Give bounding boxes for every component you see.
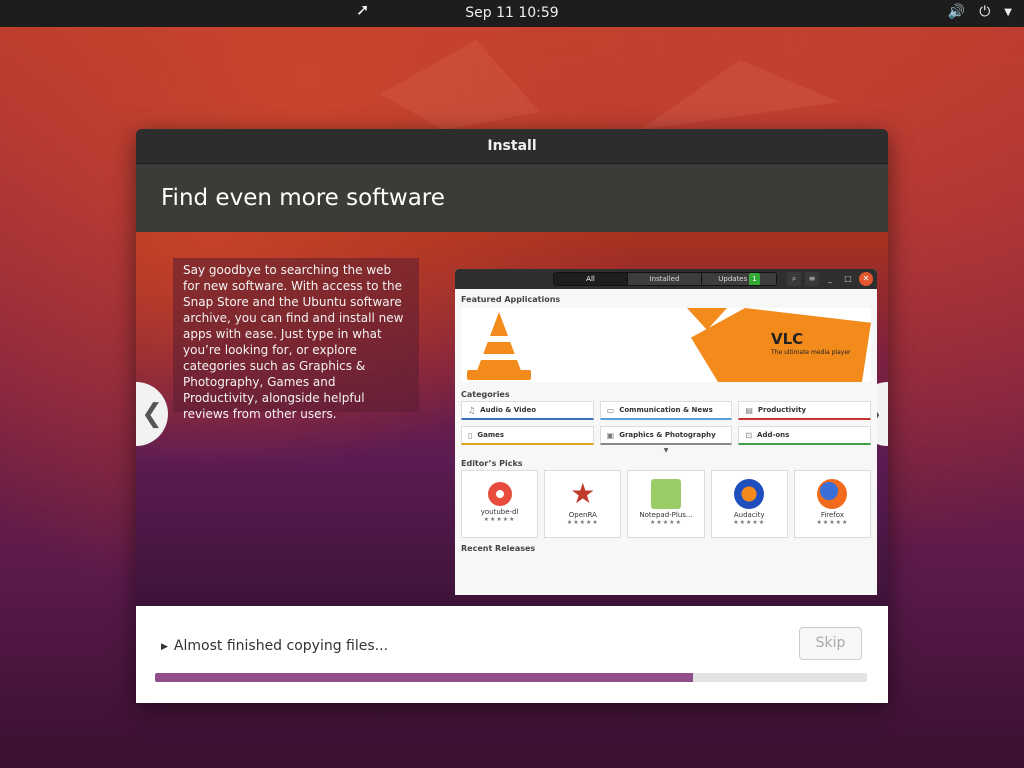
chevron-down-icon: ▼ (663, 447, 669, 454)
pick-rating: ★★★★★ (650, 519, 682, 526)
skip-button[interactable]: Skip (799, 627, 862, 660)
pick-name: Firefox (820, 511, 844, 519)
game-icon: ▯ (468, 430, 473, 440)
pick-card: Firefox ★★★★★ (793, 470, 872, 538)
pick-card: ★ OpenRA ★★★★★ (544, 470, 622, 538)
pick-card: youtube-dl ★★★★★ (461, 470, 539, 538)
pick-name: Notepad-Plus... (639, 511, 693, 519)
maximize-icon: □ (844, 274, 852, 283)
installer-window: Install Find even more software Say good… (136, 129, 888, 703)
image-icon: ▣ (606, 430, 615, 440)
vlc-cone-icon (475, 312, 523, 376)
tab-updates: Updates 1 (702, 273, 776, 285)
category-graphics: ▣ Graphics & Photography (599, 426, 733, 445)
featured-subtitle: The ultimate media player (771, 349, 851, 356)
picks-heading: Editor’s Picks (461, 459, 523, 468)
audacity-icon (734, 479, 765, 509)
menu-icon: ≡ (805, 272, 819, 286)
app-window-controls: ⌕ ≡ _ □ ✕ (787, 272, 873, 286)
top-bar: Sep 11 10:59 🔊 ⏻ ▼ (0, 0, 1024, 27)
close-icon: ✕ (859, 272, 873, 286)
dropdown-arrow-icon[interactable]: ▼ (1004, 7, 1012, 18)
notepad-plus-icon (651, 479, 681, 509)
puzzle-icon: ⊡ (745, 430, 753, 440)
document-icon: ▤ (745, 405, 753, 415)
volume-icon[interactable]: 🔊 (948, 4, 965, 20)
category-productivity: ▤ Productivity (738, 401, 871, 420)
power-icon[interactable]: ⏻ (979, 4, 990, 20)
app-headerbar: All Installed Updates 1 ⌕ ≡ _ □ ✕ (455, 269, 877, 289)
expander-arrow-icon[interactable]: ▶ (161, 642, 168, 652)
system-tray[interactable]: 🔊 ⏻ ▼ (948, 4, 1012, 20)
updates-badge: 1 (749, 273, 760, 285)
software-center-screenshot: All Installed Updates 1 ⌕ ≡ _ □ ✕ Feature… (455, 269, 877, 595)
firefox-icon (817, 479, 848, 509)
youtube-dl-icon (487, 482, 512, 506)
app-tabs: All Installed Updates 1 (553, 272, 777, 286)
vlc-cone-stripe (481, 354, 517, 360)
featured-banner: VLC The ultimate media player (461, 308, 871, 382)
clock[interactable]: Sep 11 10:59 (0, 5, 1024, 21)
openra-icon: ★ (570, 477, 596, 510)
chat-icon: ▭ (606, 405, 615, 415)
pick-card: Notepad-Plus... ★★★★★ (627, 470, 705, 538)
pick-card: Audacity ★★★★★ (710, 470, 788, 538)
status-expander[interactable]: ▶ Almost finished copying files... (161, 638, 388, 654)
categories-heading: Categories (461, 390, 510, 399)
slide-heading: Find even more software (136, 164, 888, 232)
previous-slide-button[interactable]: ❮ (136, 382, 168, 446)
status-text: Almost finished copying files... (173, 638, 389, 654)
pick-rating: ★★★★★ (733, 519, 766, 526)
pick-rating: ★★★★★ (483, 516, 516, 523)
music-note-icon: ♫ (468, 405, 476, 415)
minimize-icon: _ (828, 274, 832, 283)
pick-rating: ★★★★★ (566, 519, 599, 526)
mouse-cursor-icon: ➚ (356, 0, 370, 19)
pick-rating: ★★★★★ (816, 519, 849, 526)
wallpaper-shape (380, 40, 540, 130)
tab-all: All (554, 273, 628, 285)
category-communication: ▭ Communication & News (599, 401, 733, 420)
slide-description: Say goodbye to searching the web for new… (173, 258, 419, 421)
category-addons: ⊡ Add-ons (738, 426, 871, 445)
search-icon: ⌕ (787, 272, 801, 286)
pick-name: OpenRA (568, 511, 597, 519)
editors-picks: youtube-dl ★★★★★ ★ OpenRA ★★★★★ Notepad-… (455, 470, 877, 538)
wallpaper-shape (640, 60, 840, 130)
chevron-left-icon: ❮ (141, 399, 163, 429)
window-title: Install (136, 129, 888, 164)
progress-panel: ▶ Almost finished copying files... Skip (136, 606, 888, 703)
category-audio-video: ♫ Audio & Video (461, 401, 594, 420)
progress-fill (155, 673, 693, 682)
progress-bar (155, 673, 867, 682)
featured-title: VLC (771, 330, 804, 348)
slideshow: Say goodbye to searching the web for new… (136, 232, 888, 606)
pick-name: youtube-dl (480, 508, 519, 516)
categories-grid: ♫ Audio & Video ▭ Communication & News ▤ Pr… (455, 401, 877, 445)
vlc-cone-base (467, 370, 531, 380)
category-games: ▯ Games (461, 426, 594, 445)
pick-name: Audacity (733, 511, 765, 519)
tab-installed: Installed (628, 273, 702, 285)
vlc-cone-stripe (487, 336, 511, 342)
recent-heading: Recent Releases (461, 544, 536, 553)
featured-heading: Featured Applications (461, 295, 561, 304)
